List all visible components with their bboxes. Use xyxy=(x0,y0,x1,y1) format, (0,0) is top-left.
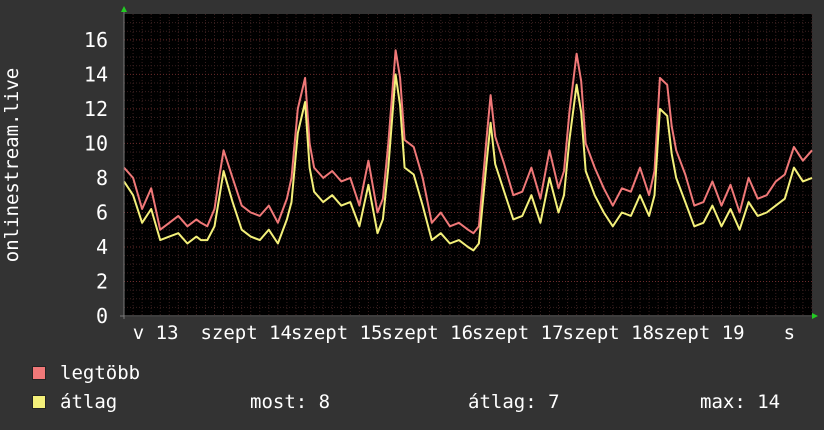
legend-swatch-avg xyxy=(32,395,46,409)
y-tick-label: 0 xyxy=(96,304,108,328)
y-tick-label: 16 xyxy=(84,28,108,52)
y-tick-label: 10 xyxy=(84,131,108,155)
legend-item-max: legtöbb xyxy=(32,362,141,384)
legend-label-max: legtöbb xyxy=(60,362,141,384)
x-axis-arrow-icon xyxy=(812,313,818,319)
stat-avg: átlag: 7 xyxy=(468,391,560,413)
x-tick-label: szept 14 xyxy=(200,322,292,344)
y-axis-label: onlinestream.live xyxy=(1,68,23,262)
x-tick-label: szept 16 xyxy=(382,322,474,344)
y-tick-labels: 0 2 4 6 8 10 12 14 16 xyxy=(84,28,108,328)
legend-item-avg: átlag xyxy=(32,391,118,413)
legend-swatch-max xyxy=(32,366,46,380)
y-tick-label: 4 xyxy=(96,235,108,259)
x-tick-label: v 13 xyxy=(133,322,179,344)
x-tick-label: s xyxy=(784,322,795,344)
legend-label-avg: átlag xyxy=(60,391,118,413)
stat-now: most: 8 xyxy=(250,391,331,413)
y-tick-label: 8 xyxy=(96,166,108,190)
y-tick-label: 14 xyxy=(84,62,108,86)
y-tick-label: 6 xyxy=(96,200,108,224)
y-axis-arrow-icon xyxy=(121,6,127,12)
line-chart: 0246810121416 v 13 szept 14 szept 15 szept … xyxy=(1,6,818,344)
x-tick-label: szept 19 xyxy=(653,322,745,344)
x-tick-labels: v 13 szept 14 szept 15 szept 16 szept 17 szep… xyxy=(133,322,795,344)
stat-max: max: 14 xyxy=(700,391,781,413)
y-tick-label: 12 xyxy=(84,97,108,121)
x-tick-label: szept 15 xyxy=(291,322,383,344)
y-tick-label: 2 xyxy=(96,269,108,293)
x-tick-label: szept 18 xyxy=(563,322,655,344)
x-tick-label: szept 17 xyxy=(472,322,564,344)
